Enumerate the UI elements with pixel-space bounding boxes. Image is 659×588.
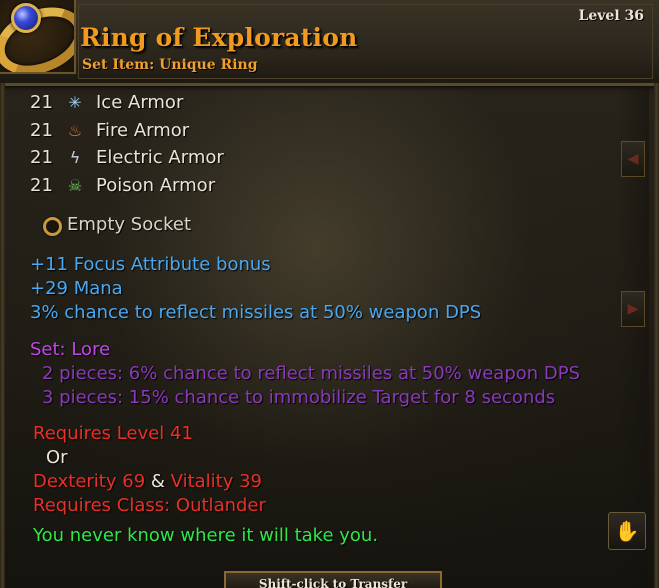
flavor-text: You never know where it will take you. xyxy=(33,525,379,546)
requirement-or: Or xyxy=(46,447,68,468)
armor-name: Electric Armor xyxy=(96,147,224,168)
socket-label: Empty Socket xyxy=(67,214,192,235)
bonus-focus: +11 Focus Attribute bonus xyxy=(30,254,271,275)
item-tooltip: Ring of Exploration Set Item: Unique Rin… xyxy=(0,0,659,588)
flame-icon: ♨ xyxy=(67,121,83,140)
snowflake-icon: ✳ xyxy=(68,93,82,112)
skull-icon: ☠ xyxy=(67,176,83,195)
transfer-hint-label: Shift-click to Transfer xyxy=(258,577,408,588)
requirement-level: Requires Level 41 xyxy=(33,423,193,444)
armor-value: 21 xyxy=(30,147,53,168)
armor-name: Poison Armor xyxy=(96,175,216,196)
armor-value: 21 xyxy=(30,92,53,113)
armor-value: 21 xyxy=(30,120,53,141)
requirement-stats: Dexterity 69 & Vitality 39 xyxy=(33,471,262,492)
set-piece-3: 3 pieces: 15% chance to immobilize Targe… xyxy=(42,387,556,408)
lightning-icon: ϟ xyxy=(69,148,81,167)
armor-name: Fire Armor xyxy=(96,120,190,141)
socket-icon xyxy=(43,217,62,236)
tooltip-body: 21 ✳ Ice Armor 21 ♨ Fire Armor 21 ϟ Elec… xyxy=(0,0,659,588)
transfer-hint-tab: Shift-click to Transfer xyxy=(224,571,442,588)
armor-value: 21 xyxy=(30,175,53,196)
armor-name: Ice Armor xyxy=(96,92,184,113)
requirement-dexterity: Dexterity 69 xyxy=(33,471,146,492)
requirement-ampersand: & xyxy=(150,471,165,492)
bonus-reflect: 3% chance to reflect missiles at 50% wea… xyxy=(30,302,482,323)
set-piece-2: 2 pieces: 6% chance to reflect missiles … xyxy=(42,363,581,384)
requirement-vitality: Vitality 39 xyxy=(170,471,263,492)
bonus-mana: +29 Mana xyxy=(30,278,123,299)
set-title: Set: Lore xyxy=(30,339,111,360)
requirement-class: Requires Class: Outlander xyxy=(33,495,266,516)
